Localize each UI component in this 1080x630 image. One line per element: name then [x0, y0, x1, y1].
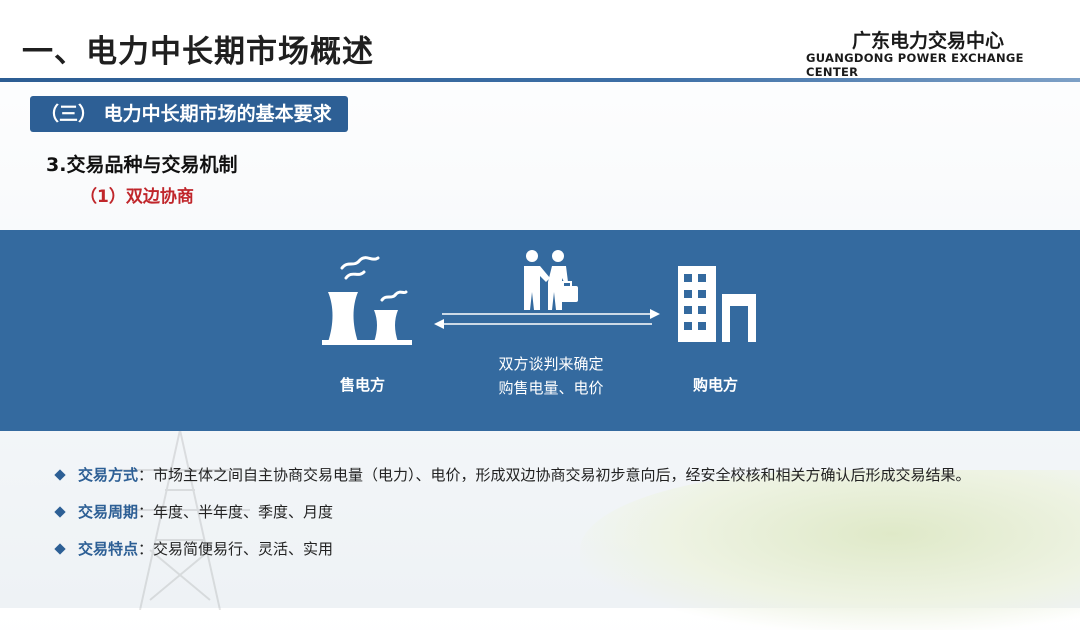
- org-name-en: GUANGDONG POWER EXCHANGE CENTER: [806, 51, 1024, 79]
- diamond-bullet-icon: [54, 543, 66, 555]
- header: 一、电力中长期市场概述 广东电力交易中心 GUANGDONG POWER EXC…: [0, 0, 1080, 82]
- handshake-icon: [524, 250, 578, 310]
- bullet-separator: ：: [138, 540, 154, 558]
- bullet-separator: ：: [138, 503, 154, 521]
- diamond-bullet-icon: [54, 469, 66, 481]
- negotiation-note-line2: 购售电量、电价: [498, 379, 604, 397]
- org-name-cn: 广东电力交易中心: [852, 30, 1005, 52]
- bullet-text: 市场主体之间自主协商交易电量（电力）、电价，形成双边协商交易初步意向后，经安全校…: [153, 466, 971, 484]
- building-icon: [678, 266, 756, 342]
- page-title: 一、电力中长期市场概述: [22, 34, 374, 70]
- negotiation-note-line1: 双方谈判来确定: [498, 355, 604, 373]
- diamond-bullet-icon: [54, 506, 66, 518]
- bullet-term: 交易特点: [78, 540, 139, 558]
- subsubheading: （1）双边协商: [80, 187, 194, 207]
- seller-label: 售电方: [340, 376, 386, 394]
- bullet-item: 交易方式：市场主体之间自主协商交易电量（电力）、电价，形成双边协商交易初步意向后…: [50, 462, 1010, 489]
- subheading: 3.交易品种与交易机制: [46, 154, 238, 176]
- header-divider: [0, 78, 1080, 82]
- bullet-text: 年度、半年度、季度、月度: [153, 503, 334, 521]
- bullet-item: 交易特点：交易简便易行、灵活、实用: [50, 536, 1010, 563]
- double-arrow-icon: [434, 309, 660, 329]
- bullet-item: 交易周期：年度、半年度、季度、月度: [50, 499, 1010, 526]
- section-badge: （三） 电力中长期市场的基本要求: [30, 96, 348, 132]
- bullet-term: 交易周期: [78, 503, 139, 521]
- bullet-term: 交易方式: [78, 466, 139, 484]
- bullet-list: 交易方式：市场主体之间自主协商交易电量（电力）、电价，形成双边协商交易初步意向后…: [50, 462, 1010, 573]
- bullet-text: 交易简便易行、灵活、实用: [153, 540, 334, 558]
- power-plant-icon: [322, 256, 412, 345]
- buyer-label: 购电方: [693, 376, 739, 394]
- negotiation-note: 双方谈判来确定 购售电量、电价: [466, 352, 636, 400]
- bullet-separator: ：: [138, 466, 154, 484]
